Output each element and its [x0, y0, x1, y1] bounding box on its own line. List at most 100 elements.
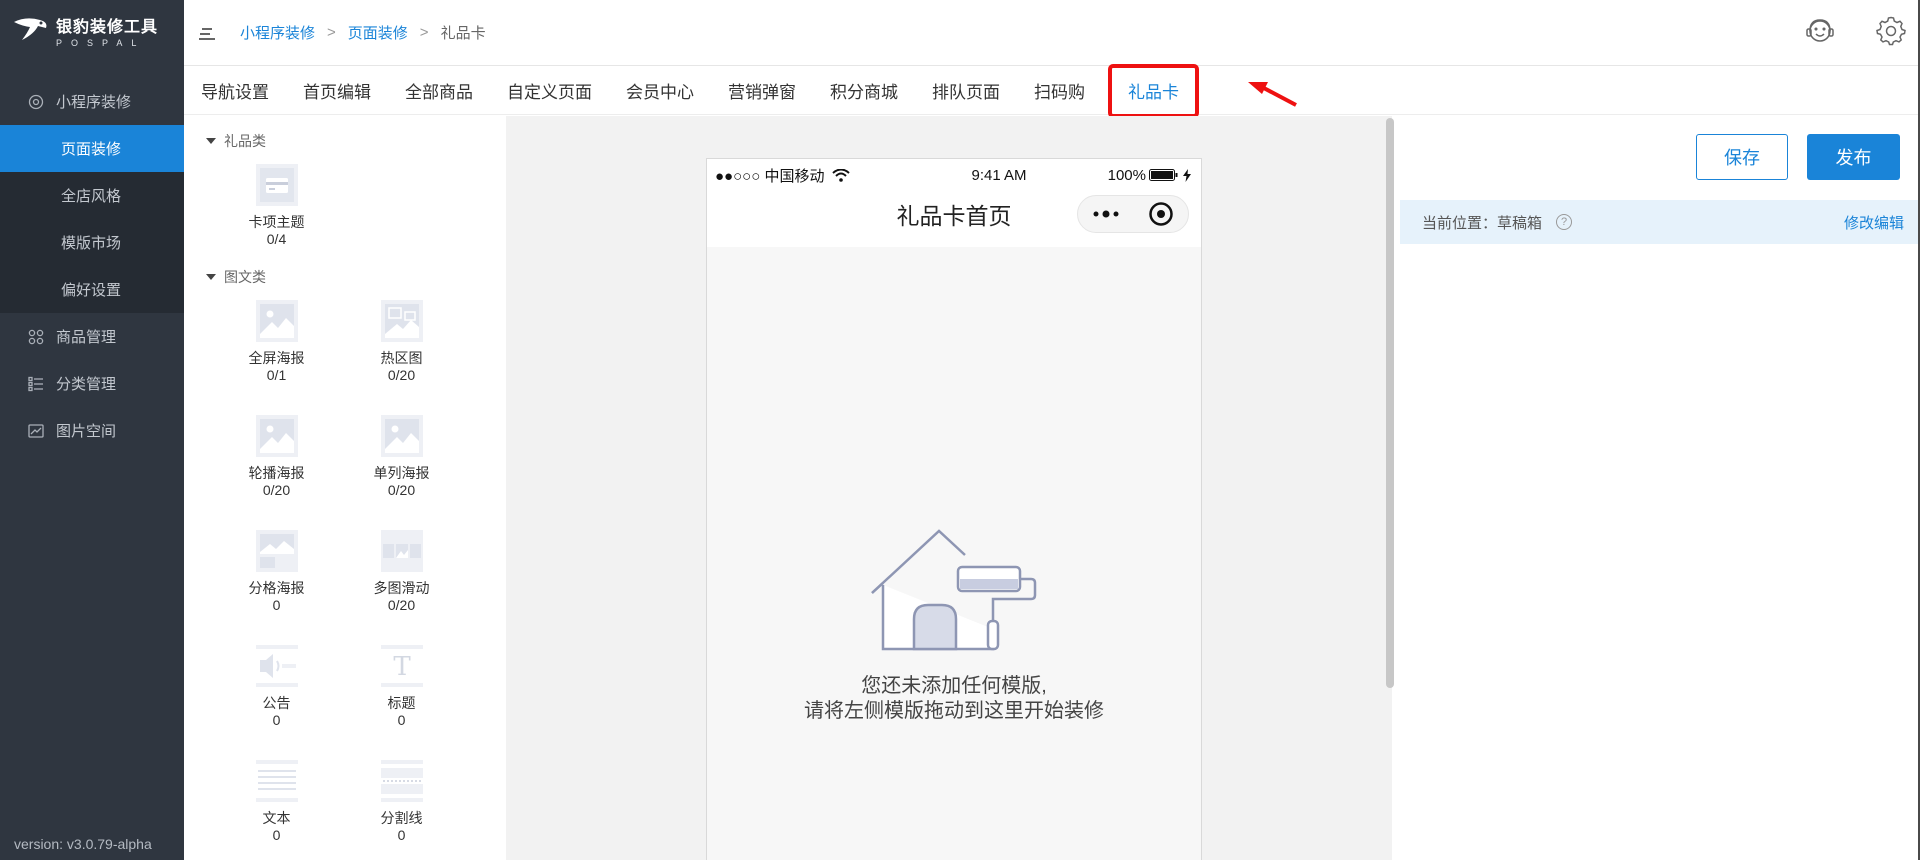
help-question-icon[interactable]: ?: [1556, 214, 1573, 230]
grid-icon: [28, 329, 44, 345]
widget-name: 分割线: [380, 810, 423, 826]
carrier-text: ●●○○○ 中国移动: [715, 167, 825, 185]
sidebar: 银豹装修工具 POSPAL 小程序装修 页面装修 全店风格 模版市场 偏好设置 …: [0, 0, 184, 860]
tab-scan-to-buy[interactable]: 扫码购: [1017, 67, 1102, 115]
sidebar-subitem-page-decoration[interactable]: 页面装修: [0, 125, 184, 172]
phone-status-bar: ●●○○○ 中国移动 9:41 AM 100%: [707, 159, 1201, 185]
breadcrumb-separator: >: [419, 24, 429, 41]
widget-count: 0: [272, 827, 281, 843]
sidebar-item-label: 商品管理: [56, 329, 117, 346]
logo: 银豹装修工具 POSPAL: [0, 0, 184, 60]
red-arrow-pointer-icon: [1248, 82, 1297, 107]
sidebar-item-label: 小程序装修: [56, 94, 132, 111]
properties-panel: 保存 发布 当前位置：草稿箱 ? 修改编辑: [1400, 116, 1920, 860]
settings-gear-icon[interactable]: [1876, 16, 1906, 46]
sidebar-submenu: 页面装修 全店风格 模版市场 偏好设置: [0, 125, 184, 313]
image-icon: [255, 415, 298, 457]
list-icon: [28, 376, 44, 392]
target-icon: [28, 94, 44, 110]
sidebar-subitem-label: 模版市场: [61, 235, 122, 252]
version-text: version: v3.0.79-alpha: [14, 836, 152, 852]
close-target-icon[interactable]: [1148, 201, 1174, 227]
svg-text:T: T: [393, 652, 411, 682]
widget-announcement[interactable]: 公告 0: [214, 635, 339, 750]
image-icon: [255, 300, 298, 342]
sidebar-item-label: 分类管理: [56, 376, 117, 393]
widget-name: 单列海报: [373, 465, 430, 481]
empty-state: 您还未添加任何模版, 请将左侧模版拖动到这里开始装修: [707, 529, 1201, 724]
save-button[interactable]: 保存: [1696, 134, 1788, 180]
widget-name: 轮播海报: [248, 465, 305, 481]
sidebar-item-category-management[interactable]: 分类管理: [0, 360, 184, 407]
more-dots-icon[interactable]: [1092, 210, 1120, 218]
widget-multi-image-slide[interactable]: 多图滑动 0/20: [339, 520, 464, 635]
miniapp-capsule: [1077, 195, 1189, 233]
widget-count: 0/1: [266, 367, 287, 383]
top-bar: 小程序装修 > 页面装修 > 礼品卡: [184, 0, 1920, 66]
widget-name: 多图滑动: [373, 580, 430, 596]
tab-custom-page[interactable]: 自定义页面: [490, 67, 609, 115]
widget-count: 0/20: [262, 482, 291, 498]
widget-carousel-poster[interactable]: 轮播海报 0/20: [214, 405, 339, 520]
widget-title[interactable]: T 标题 0: [339, 635, 464, 750]
image-icon: [28, 423, 44, 439]
logo-subtitle: POSPAL: [56, 37, 146, 48]
tab-gift-card[interactable]: 礼品卡: [1108, 63, 1199, 118]
image-icon: [380, 415, 423, 457]
category-label: 礼品类: [224, 133, 266, 149]
tab-navigation-settings[interactable]: 导航设置: [184, 67, 286, 115]
charging-bolt-icon: [1182, 168, 1191, 182]
widget-count: 0: [397, 712, 406, 728]
sidebar-subitem-store-style[interactable]: 全店风格: [0, 172, 184, 219]
grid-poster-icon: [255, 530, 298, 572]
category-image-text[interactable]: 图文类: [206, 264, 506, 290]
sidebar-item-miniapp-decoration[interactable]: 小程序装修: [0, 78, 184, 125]
menu-toggle-icon[interactable]: [198, 26, 216, 40]
battery-icon: [1148, 169, 1178, 181]
widget-count: 0/4: [266, 231, 287, 247]
sidebar-subitem-label: 页面装修: [61, 141, 122, 158]
widget-count: 0/20: [387, 367, 416, 383]
publish-button[interactable]: 发布: [1807, 134, 1900, 180]
sidebar-subitem-preferences[interactable]: 偏好设置: [0, 266, 184, 313]
tab-homepage-edit[interactable]: 首页编辑: [286, 67, 388, 115]
breadcrumb-link-miniapp[interactable]: 小程序装修: [240, 22, 315, 43]
caret-down-icon: [206, 274, 216, 280]
widget-grid-poster[interactable]: 分格海报 0: [214, 520, 339, 635]
tab-all-products[interactable]: 全部商品: [388, 67, 490, 115]
sidebar-subitem-template-market[interactable]: 模版市场: [0, 219, 184, 266]
clock-text: 9:41 AM: [971, 166, 1027, 184]
speaker-icon: [255, 645, 298, 687]
caret-down-icon: [206, 138, 216, 144]
widget-name: 标题: [387, 695, 416, 711]
multi-image-icon: [380, 530, 423, 572]
widget-text[interactable]: 文本 0: [214, 750, 339, 860]
breadcrumb-link-page-decoration[interactable]: 页面装修: [348, 22, 408, 43]
category-gift[interactable]: 礼品类: [206, 128, 506, 154]
battery-text: 100%: [1107, 166, 1146, 184]
widget-single-column-poster[interactable]: 单列海报 0/20: [339, 405, 464, 520]
modify-edit-link[interactable]: 修改编辑: [1844, 212, 1904, 233]
empty-state-line-1: 您还未添加任何模版,: [861, 675, 1047, 697]
tab-member-center[interactable]: 会员中心: [609, 67, 711, 115]
widget-divider[interactable]: 分割线 0: [339, 750, 464, 860]
sidebar-item-product-management[interactable]: 商品管理: [0, 313, 184, 360]
preview-scrollbar[interactable]: [1386, 118, 1394, 688]
widget-name: 文本: [262, 810, 291, 826]
widget-hotspot-image[interactable]: 热区图 0/20: [339, 290, 464, 405]
sidebar-subitem-label: 偏好设置: [61, 282, 122, 299]
widget-count: 0/20: [387, 482, 416, 498]
tab-points-mall[interactable]: 积分商城: [813, 67, 915, 115]
leopard-logo-icon: [14, 18, 47, 40]
wifi-icon: [832, 168, 851, 182]
customer-service-icon[interactable]: [1804, 16, 1836, 48]
widget-name: 热区图: [380, 350, 423, 366]
widget-count: 0: [272, 712, 281, 728]
tab-marketing-popup[interactable]: 营销弹窗: [711, 67, 813, 115]
text-lines-icon: [255, 760, 298, 802]
phone-preview[interactable]: ●●○○○ 中国移动 9:41 AM 100% 礼品卡首页 您还未添加任何模版,…: [706, 158, 1202, 860]
widget-fullscreen-poster[interactable]: 全屏海报 0/1: [214, 290, 339, 405]
sidebar-item-image-space[interactable]: 图片空间: [0, 407, 184, 454]
tab-queue-page[interactable]: 排队页面: [915, 67, 1017, 115]
widget-card-theme[interactable]: 卡项主题 0/4: [214, 154, 339, 260]
